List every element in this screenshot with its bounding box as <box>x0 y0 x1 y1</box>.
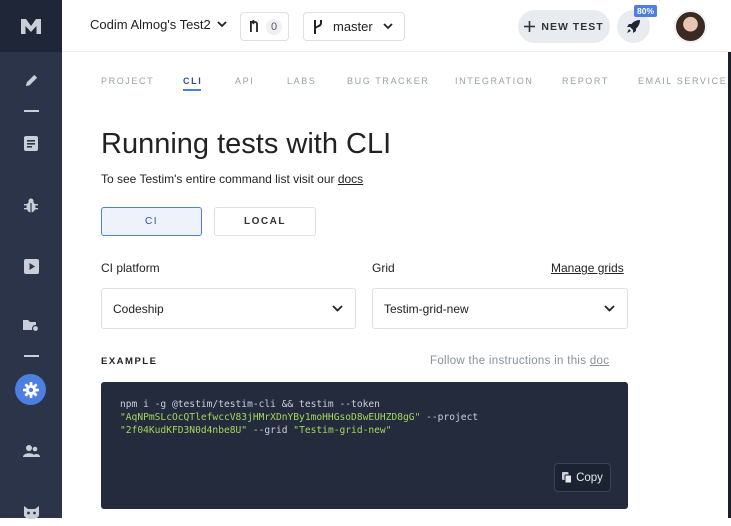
code-project-flag: --project <box>420 412 479 423</box>
branch-icon <box>314 19 322 34</box>
docs-link[interactable]: docs <box>338 172 363 186</box>
tab-cli[interactable]: CLI <box>183 76 202 86</box>
gear-icon <box>22 381 39 398</box>
play-icon <box>23 258 39 274</box>
tab-bug-tracker[interactable]: BUG TRACKER <box>347 76 429 86</box>
logo-m-icon <box>21 19 41 34</box>
folder-settings-icon <box>23 320 39 332</box>
example-heading: EXAMPLE <box>101 356 158 367</box>
new-test-button[interactable]: NEW TEST <box>518 10 610 43</box>
cli-code-block[interactable]: npm i -g @testim/testim-cli && testim --… <box>101 382 628 509</box>
active-tab-indicator <box>183 89 201 91</box>
pull-request-icon <box>250 20 258 32</box>
ci-toggle-button[interactable]: CI <box>101 207 202 236</box>
list-icon <box>24 135 38 151</box>
follow-text: Follow the instructions in this <box>430 355 590 367</box>
ci-platform-value: Codeship <box>113 301 164 316</box>
manage-grids-link[interactable]: Manage grids <box>551 261 624 275</box>
tab-api[interactable]: API <box>235 76 254 86</box>
tab-email-service[interactable]: EMAIL SERVICE <box>638 76 727 86</box>
tab-labs[interactable]: LABS <box>287 76 316 86</box>
grid-label: Grid <box>372 261 395 275</box>
new-test-label: NEW TEST <box>541 20 604 33</box>
chevron-down-icon <box>217 21 227 28</box>
users-icon <box>22 444 40 457</box>
code-grid-name: "Testim-grid-new" <box>293 425 392 436</box>
top-header: Codim Almog's Test2 0 master NEW TEST 80… <box>62 0 731 52</box>
copy-label: Copy <box>576 471 603 484</box>
mask-icon <box>23 505 39 519</box>
code-line-1: npm i -g @testim/testim-cli && testim --… <box>120 399 380 410</box>
sidebar <box>0 0 62 519</box>
sidebar-item-team[interactable] <box>0 436 62 464</box>
branch-selector[interactable]: master <box>303 12 405 41</box>
code-grid-flag: --grid <box>247 425 294 436</box>
sidebar-separator <box>24 110 39 112</box>
plus-icon <box>524 21 536 32</box>
tab-integration[interactable]: INTEGRATION <box>455 76 533 86</box>
local-toggle-button[interactable]: LOCAL <box>214 207 316 236</box>
pull-requests-button[interactable]: 0 <box>240 12 289 41</box>
grid-value: Testim-grid-new <box>384 301 469 316</box>
pencil-icon <box>25 74 37 86</box>
sidebar-item-suites[interactable] <box>0 311 62 339</box>
copy-icon <box>562 472 573 483</box>
code-line-3: "2f04KudKFD3N0d4nbe8U" --grid "Testim-gr… <box>120 424 609 437</box>
bug-icon <box>24 198 38 213</box>
rocket-icon <box>627 20 640 33</box>
subtitle-text: To see Testim's entire command list visi… <box>101 172 338 186</box>
branch-name: master <box>333 19 373 34</box>
sidebar-separator <box>24 355 39 357</box>
doc-link[interactable]: doc <box>590 355 609 367</box>
sidebar-item-tests[interactable] <box>0 129 62 157</box>
grid-select[interactable]: Testim-grid-new <box>372 288 628 329</box>
chevron-down-icon <box>383 23 393 30</box>
settings-tabs: PROJECT CLI API LABS BUG TRACKER INTEGRA… <box>101 76 731 96</box>
ci-platform-select[interactable]: Codeship <box>101 288 356 329</box>
testim-logo[interactable] <box>0 0 62 52</box>
code-project-id: "2f04KudKFD3N0d4nbe8U" <box>120 425 248 436</box>
project-name: Codim Almog's Test2 <box>90 17 211 32</box>
tab-project[interactable]: PROJECT <box>101 76 154 86</box>
copy-button[interactable]: Copy <box>554 463 611 492</box>
page-title: Running tests with CLI <box>101 128 392 160</box>
chevron-down-icon <box>332 305 343 312</box>
sidebar-item-runs[interactable] <box>0 252 62 280</box>
user-avatar[interactable] <box>674 10 707 43</box>
code-line-2: "AqNPmSLcOcQTlefwccV83jHMrXDnYBy1moHHGso… <box>120 411 609 424</box>
sidebar-item-settings[interactable] <box>15 374 46 405</box>
progress-badge: 80% <box>634 5 658 17</box>
pr-count-badge: 0 <box>266 18 282 35</box>
ci-platform-label: CI platform <box>101 261 160 275</box>
sidebar-item-extension[interactable] <box>0 498 62 526</box>
tab-report[interactable]: REPORT <box>562 76 609 86</box>
instructions-text: Follow the instructions in this doc <box>430 355 609 367</box>
sidebar-item-bugs[interactable] <box>0 191 62 219</box>
sidebar-item-editor[interactable] <box>0 66 62 94</box>
chevron-down-icon <box>604 305 615 312</box>
code-token: "AqNPmSLcOcQTlefwccV83jHMrXDnYBy1moHHGso… <box>120 412 421 423</box>
project-selector[interactable]: Codim Almog's Test2 <box>90 17 227 32</box>
page-subtitle: To see Testim's entire command list visi… <box>101 172 363 186</box>
